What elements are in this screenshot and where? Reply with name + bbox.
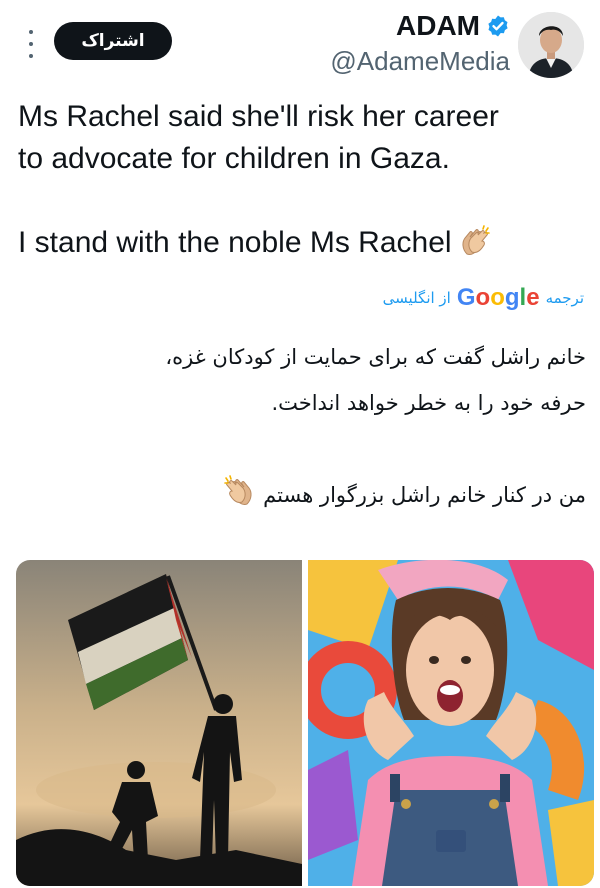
- tweet-header: اشتراک ADAM @AdameMedia: [0, 0, 600, 90]
- tweet-line: I stand with the noble Ms Rachel: [18, 226, 452, 259]
- tweet-line-with-emoji: I stand with the noble Ms Rachel: [18, 222, 588, 264]
- translate-prefix: ترجمه: [545, 289, 584, 307]
- flag-silhouette-photo: [16, 560, 302, 886]
- translated-line-with-emoji: من در کنار خانم راشل بزرگوار هستم: [16, 472, 586, 518]
- tweet-media: [16, 560, 594, 886]
- tweet-text: Ms Rachel said she'll risk her career to…: [18, 96, 588, 264]
- follow-button[interactable]: اشتراک: [54, 22, 172, 60]
- avatar-image: [518, 12, 584, 78]
- google-logo-letter: g: [504, 284, 520, 311]
- media-image-ms-rachel[interactable]: [308, 560, 594, 886]
- google-logo-letter: e: [526, 284, 540, 311]
- author-block[interactable]: ADAM @AdameMedia: [330, 10, 510, 77]
- verified-badge-icon: [488, 15, 508, 37]
- translate-suffix: از انگلیسی: [382, 289, 451, 307]
- author-display-name[interactable]: ADAM: [396, 10, 480, 42]
- translated-line: حرفه خود را به خطر خواهد انداخت.: [271, 391, 586, 415]
- translated-text: خانم راشل گفت که برای حمایت از کودکان غز…: [16, 334, 586, 518]
- clapping-hands-icon: [462, 225, 490, 255]
- author-name-row[interactable]: ADAM: [396, 10, 510, 42]
- tweet-line: to advocate for children in Gaza.: [18, 142, 450, 175]
- more-options-icon[interactable]: [22, 30, 40, 58]
- avatar[interactable]: [518, 12, 584, 78]
- translate-attribution[interactable]: ترجمه Google از انگلیسی: [383, 284, 584, 312]
- google-logo-letter: o: [475, 284, 491, 311]
- translated-line: خانم راشل گفت که برای حمایت از کودکان غز…: [165, 345, 586, 369]
- tweet-line: Ms Rachel said she'll risk her career: [18, 100, 499, 133]
- google-logo: Google: [457, 284, 540, 312]
- google-logo-letter: G: [456, 284, 476, 311]
- media-image-flag[interactable]: [16, 560, 302, 886]
- author-handle[interactable]: @AdameMedia: [330, 46, 510, 77]
- translated-line: من در کنار خانم راشل بزرگوار هستم: [263, 483, 586, 507]
- google-logo-letter: o: [490, 284, 505, 311]
- clapping-hands-icon: [224, 475, 252, 505]
- ms-rachel-photo: [308, 560, 594, 886]
